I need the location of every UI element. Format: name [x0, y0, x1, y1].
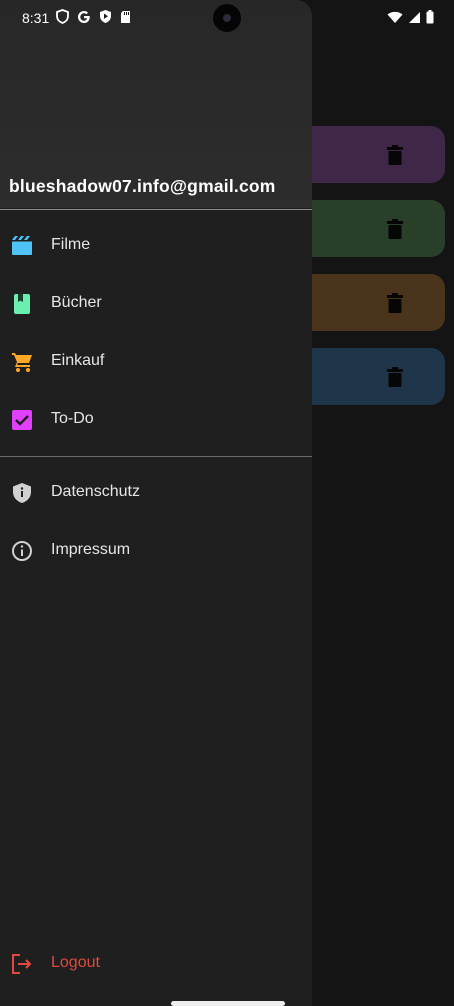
wifi-icon [387, 11, 403, 23]
movie-clapper-icon [12, 236, 32, 255]
account-email: blueshadow07.info@gmail.com [9, 176, 276, 196]
battery-icon [426, 10, 434, 24]
google-g-icon [78, 10, 90, 23]
status-icons-left [56, 9, 131, 24]
menu-item-label: Datenschutz [51, 483, 140, 500]
privacy-shield-icon [13, 483, 31, 503]
menu-item-todo[interactable]: To-Do [0, 391, 312, 447]
play-protect-icon [100, 10, 111, 23]
checkbox-icon [12, 410, 32, 430]
status-icons-right [387, 10, 434, 24]
logout-button[interactable]: Logout [0, 935, 312, 991]
shield-icon [56, 9, 69, 24]
menu-item-label: Filme [51, 236, 91, 253]
section-divider [0, 456, 312, 457]
front-camera [212, 3, 242, 33]
logout-icon [12, 954, 32, 974]
info-icon [12, 541, 32, 561]
menu-item-label: To-Do [51, 410, 94, 427]
signal-icon [409, 11, 420, 23]
menu-item-label: Bücher [51, 294, 102, 311]
shopping-cart-icon [12, 353, 32, 372]
book-icon [14, 294, 30, 314]
gesture-navigation-handle[interactable] [171, 1001, 285, 1006]
header-divider [0, 209, 312, 210]
menu-item-einkauf[interactable]: Einkauf [0, 333, 312, 389]
menu-item-label: Impressum [51, 541, 131, 558]
navigation-drawer: blueshadow07.info@gmail.com Filme Bücher… [0, 0, 312, 1006]
menu-item-buecher[interactable]: Bücher [0, 275, 312, 331]
menu-item-impressum[interactable]: Impressum [0, 522, 312, 578]
menu-item-filme[interactable]: Filme [0, 217, 312, 273]
logout-label: Logout [51, 954, 100, 971]
status-time: 8:31 [22, 10, 50, 26]
menu-item-label: Einkauf [51, 352, 105, 369]
menu-item-datenschutz[interactable]: Datenschutz [0, 464, 312, 520]
sd-card-icon [121, 10, 130, 23]
